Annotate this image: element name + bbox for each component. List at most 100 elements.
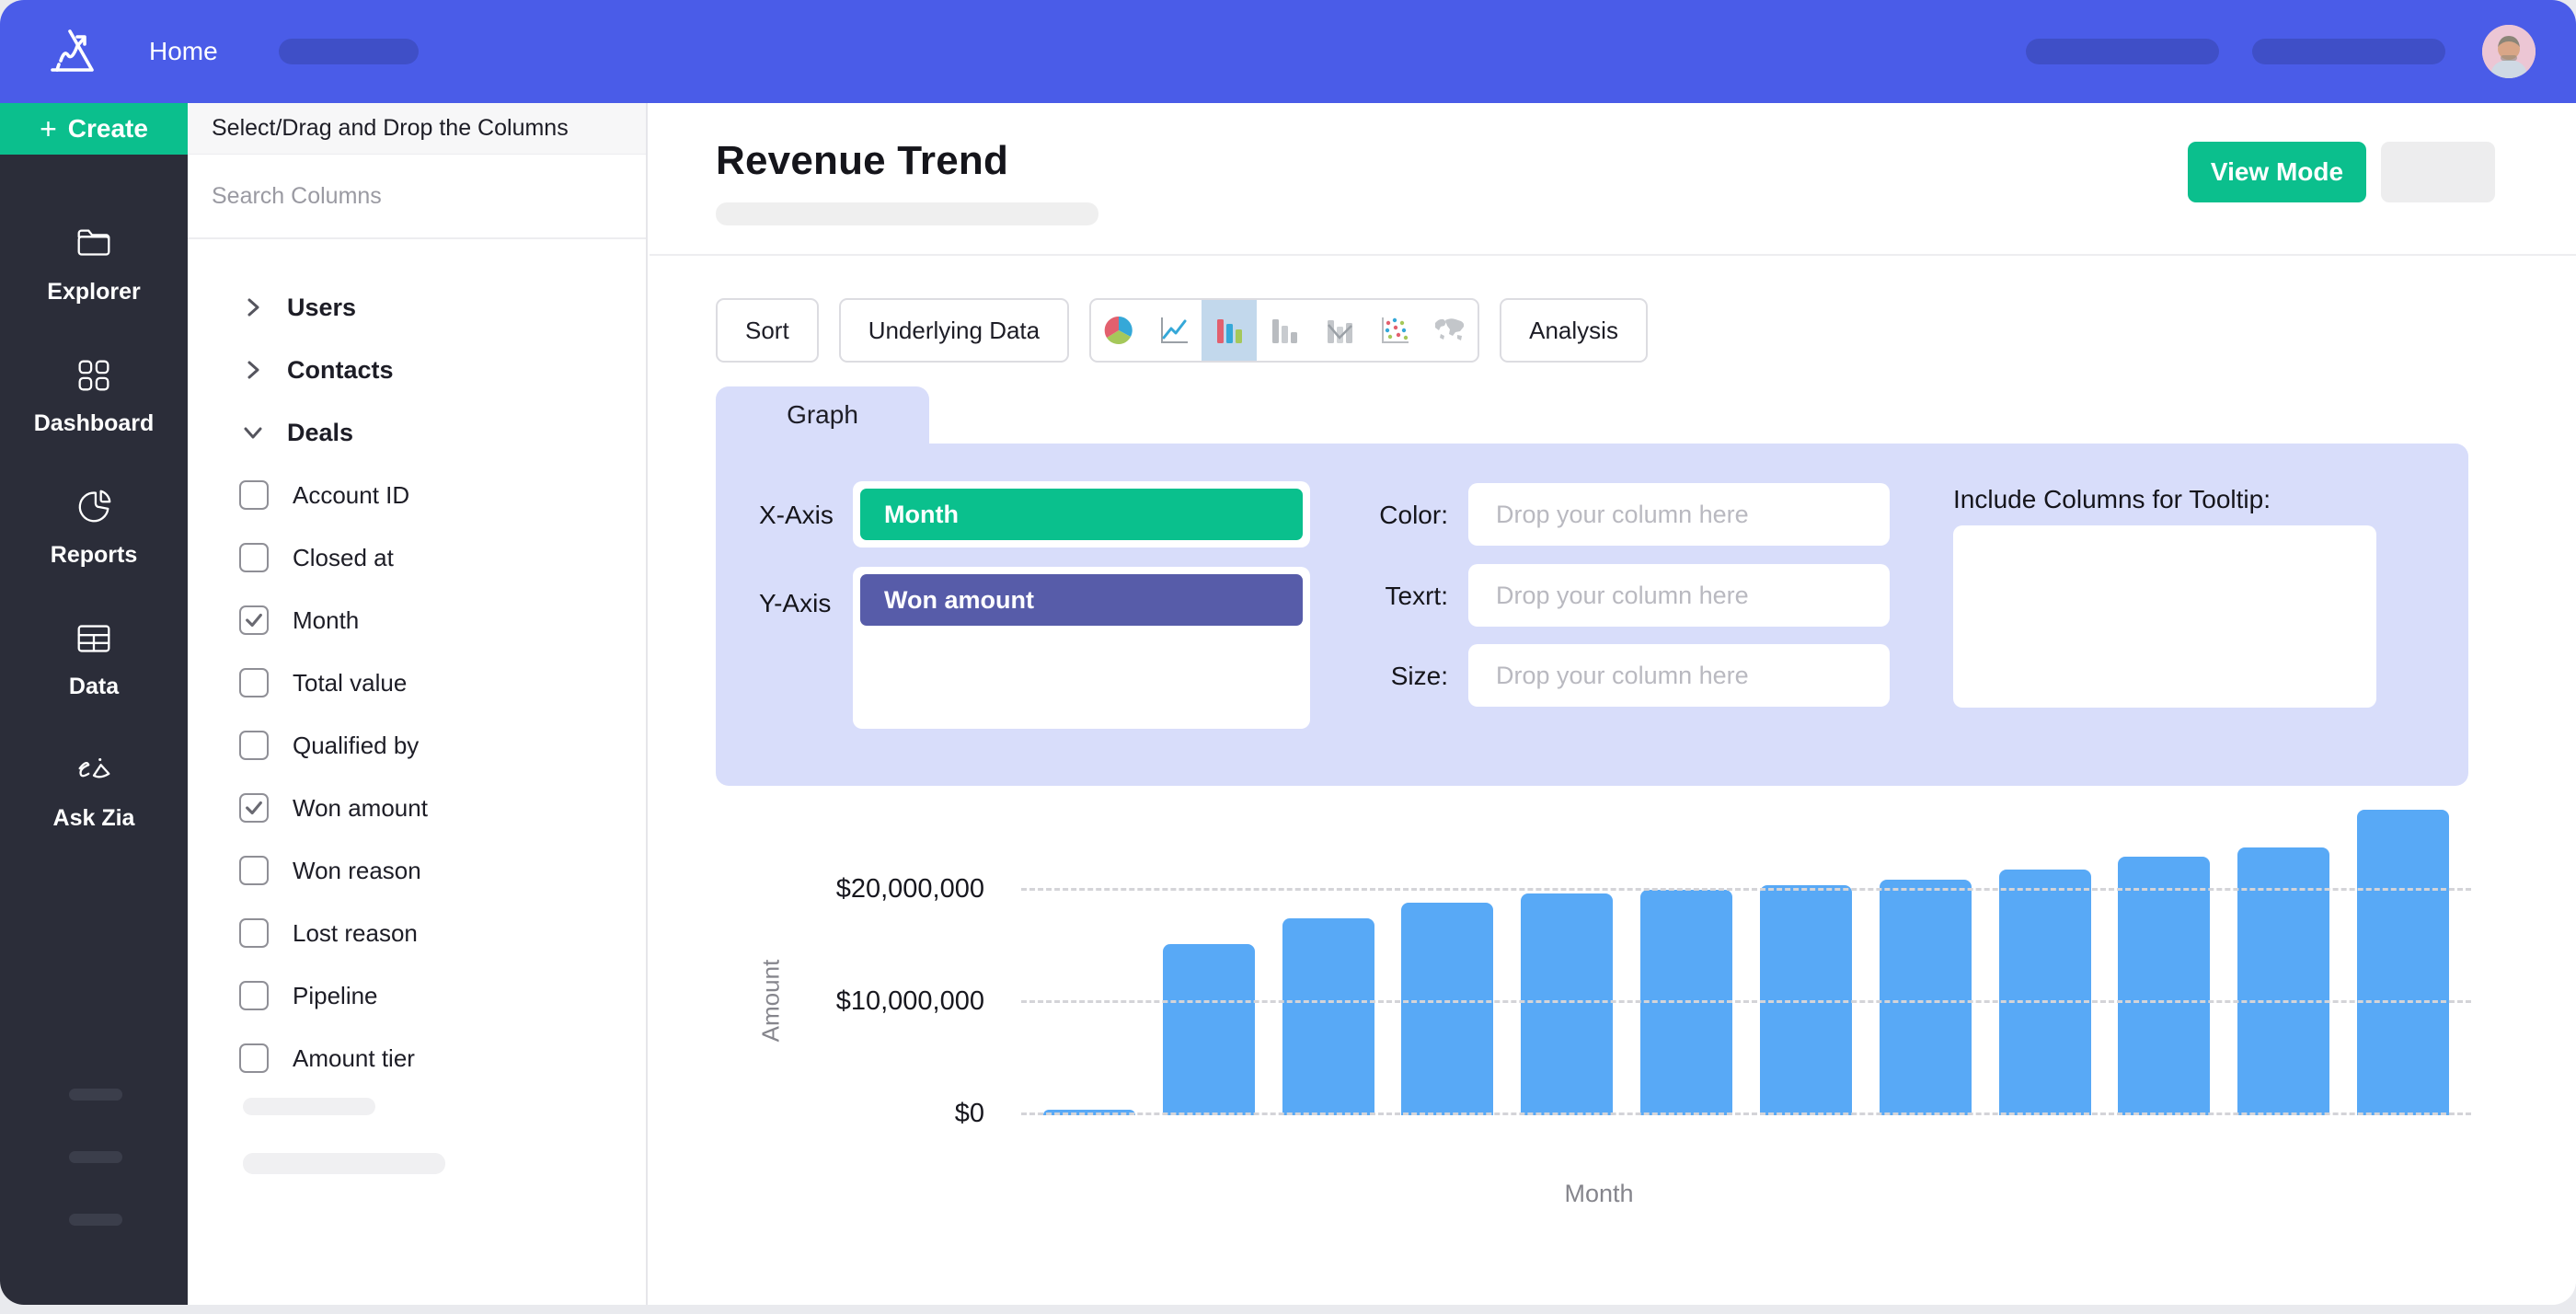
dashboard-grid-icon <box>73 354 115 401</box>
bar-month-12[interactable] <box>2357 810 2449 1115</box>
tree-field-account-id[interactable]: Account ID <box>188 464 646 526</box>
tree-section-deals[interactable]: Deals <box>188 401 646 464</box>
bar-chart: Amount $0$10,000,000$20,000,000 Month <box>727 793 2471 1272</box>
sidebar-item-label: Ask Zia <box>53 805 135 832</box>
y-axis-dropzone[interactable]: Won amount <box>853 567 1310 729</box>
x-axis-label: X-Axis <box>759 501 834 530</box>
tree-section-label: Contacts <box>287 356 394 385</box>
unchecked-checkbox[interactable] <box>239 918 269 948</box>
tree-section-users[interactable]: Users <box>188 276 646 339</box>
tree-section-label: Deals <box>287 419 353 447</box>
create-button-label: Create <box>68 114 148 144</box>
line-chart-icon[interactable] <box>1146 300 1202 361</box>
chart-plot-area <box>1021 801 2471 1115</box>
analytics-logo-icon[interactable] <box>40 22 99 81</box>
pie-chart-icon[interactable] <box>1091 300 1146 361</box>
columns-tree: Users Contacts Deals Account ID Closed at Mon… <box>188 239 646 1089</box>
x-axis-dropzone[interactable]: Month <box>853 481 1310 548</box>
x-axis-title: Month <box>727 1180 2471 1208</box>
scatter-chart-icon[interactable] <box>1367 300 1422 361</box>
tree-field-label: Closed at <box>293 544 394 572</box>
user-avatar[interactable] <box>2482 25 2536 78</box>
tree-field-closed-at[interactable]: Closed at <box>188 526 646 589</box>
y-axis-column-chip[interactable]: Won amount <box>860 574 1303 626</box>
underlying-data-button[interactable]: Underlying Data <box>839 298 1069 363</box>
bar-month-3[interactable] <box>1282 918 1374 1115</box>
sidebar-item-ask-zia[interactable]: Ask Zia <box>53 749 135 832</box>
graph-config-panel: X-Axis Month Y-Axis Won amount Color: Dr… <box>716 444 2468 786</box>
chevron-right-icon[interactable] <box>241 358 265 382</box>
unchecked-checkbox[interactable] <box>239 543 269 572</box>
unchecked-checkbox[interactable] <box>239 731 269 760</box>
bar-month-2[interactable] <box>1163 944 1255 1115</box>
panel-placeholder <box>243 1098 375 1115</box>
chevron-right-icon[interactable] <box>241 295 265 319</box>
tooltip-columns-dropzone[interactable] <box>1953 525 2376 708</box>
tree-field-lost-reason[interactable]: Lost reason <box>188 902 646 964</box>
y-tick-label: $20,000,000 <box>708 874 984 905</box>
search-columns-row <box>188 155 646 239</box>
unchecked-checkbox[interactable] <box>239 981 269 1010</box>
color-dropzone[interactable]: Drop your column here <box>1468 483 1890 546</box>
header-placeholder-button[interactable] <box>2381 142 2495 202</box>
analysis-button[interactable]: Analysis <box>1500 298 1648 363</box>
tree-section-contacts[interactable]: Contacts <box>188 339 646 401</box>
gridline-$10,000,000 <box>1021 1000 2471 1003</box>
app-window: Home + Create Explorer Dashboard Reports Da… <box>0 0 2576 1305</box>
chevron-down-icon[interactable] <box>241 421 265 444</box>
tree-field-label: Amount tier <box>293 1044 415 1073</box>
tree-field-won-amount[interactable]: Won amount <box>188 777 646 839</box>
tooltip-columns-heading: Include Columns for Tooltip: <box>1953 485 2271 514</box>
unchecked-checkbox[interactable] <box>239 1043 269 1073</box>
size-field-label: Size: <box>1295 662 1448 691</box>
text-dropzone[interactable]: Drop your column here <box>1468 564 1890 627</box>
tree-field-amount-tier[interactable]: Amount tier <box>188 1027 646 1089</box>
nav-home-link[interactable]: Home <box>149 37 218 66</box>
tree-field-pipeline[interactable]: Pipeline <box>188 964 646 1027</box>
combo-chart-icon[interactable] <box>1312 300 1367 361</box>
y-tick-label: $0 <box>708 1099 984 1129</box>
tree-field-qualified-by[interactable]: Qualified by <box>188 714 646 777</box>
tree-field-label: Qualified by <box>293 732 419 760</box>
sidebar-nav: Explorer Dashboard Reports Data Ask Zia <box>0 223 188 832</box>
left-sidebar: + Create Explorer Dashboard Reports Data Ask… <box>0 103 188 1305</box>
tree-field-label: Total value <box>293 669 407 697</box>
checked-checkbox[interactable] <box>239 605 269 635</box>
sidebar-item-dashboard[interactable]: Dashboard <box>34 354 155 437</box>
size-dropzone[interactable]: Drop your column here <box>1468 644 1890 707</box>
topbar-placeholder-pill <box>2252 39 2445 64</box>
sort-button[interactable]: Sort <box>716 298 819 363</box>
tree-field-month[interactable]: Month <box>188 589 646 651</box>
color-field-label: Color: <box>1295 501 1448 530</box>
unchecked-checkbox[interactable] <box>239 856 269 885</box>
sidebar-item-reports[interactable]: Reports <box>51 486 137 569</box>
tab-graph[interactable]: Graph <box>716 386 929 444</box>
create-button[interactable]: + Create <box>0 103 188 155</box>
tree-field-won-reason[interactable]: Won reason <box>188 839 646 902</box>
page-title: Revenue Trend <box>716 138 1008 184</box>
view-mode-button[interactable]: View Mode <box>2188 142 2366 202</box>
x-axis-column-chip[interactable]: Month <box>860 489 1303 540</box>
search-columns-input[interactable] <box>212 183 598 210</box>
sidebar-item-label: Data <box>69 674 119 700</box>
checked-checkbox[interactable] <box>239 793 269 823</box>
report-header: Revenue Trend View Mode <box>650 103 2576 254</box>
column-chart-icon[interactable] <box>1257 300 1312 361</box>
unchecked-checkbox[interactable] <box>239 480 269 510</box>
sidebar-item-explorer[interactable]: Explorer <box>47 223 140 305</box>
text-field-label: Texrt: <box>1295 582 1448 611</box>
title-placeholder <box>716 202 1098 225</box>
unchecked-checkbox[interactable] <box>239 668 269 697</box>
bar-chart-icon-selected[interactable] <box>1202 300 1257 361</box>
sidebar-item-data[interactable]: Data <box>69 617 119 700</box>
pie-report-icon <box>73 486 115 533</box>
bar-month-5[interactable] <box>1521 893 1613 1115</box>
tree-field-total-value[interactable]: Total value <box>188 651 646 714</box>
tree-field-label: Account ID <box>293 481 409 510</box>
bar-month-9[interactable] <box>1999 870 2091 1115</box>
bar-month-4[interactable] <box>1401 903 1493 1115</box>
tree-field-label: Lost reason <box>293 919 418 948</box>
bar-month-10[interactable] <box>2118 857 2210 1115</box>
bar-month-8[interactable] <box>1880 880 1972 1116</box>
map-chart-icon[interactable] <box>1422 300 1478 361</box>
